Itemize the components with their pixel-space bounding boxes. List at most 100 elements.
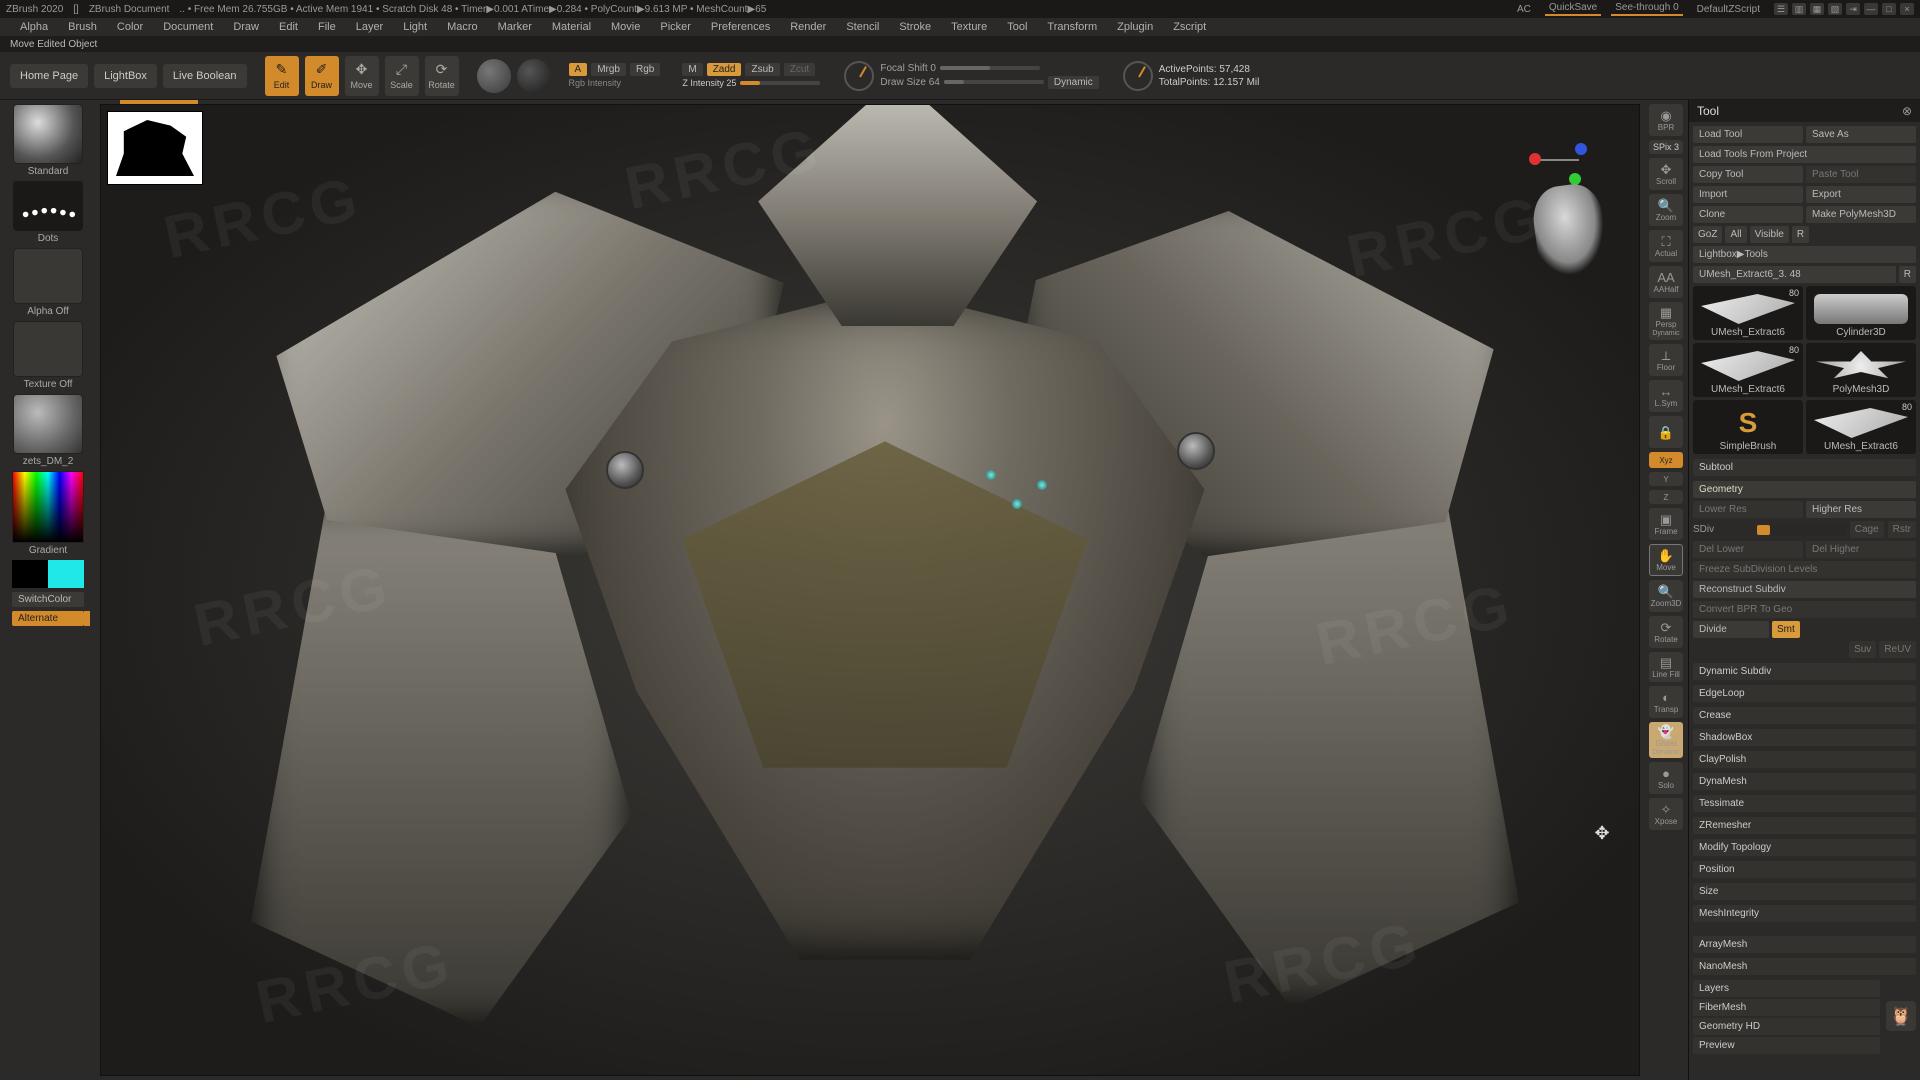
menu-stroke[interactable]: Stroke	[889, 21, 941, 33]
export-button[interactable]: Export	[1806, 186, 1916, 203]
menu-icon[interactable]: ☰	[1774, 3, 1788, 15]
clone-button[interactable]: Clone	[1693, 206, 1803, 223]
edgeloop-section[interactable]: EdgeLoop	[1693, 685, 1916, 702]
collapse-icon[interactable]: ⇥	[1846, 3, 1860, 15]
shadowbox-section[interactable]: ShadowBox	[1693, 729, 1916, 746]
menu-edit[interactable]: Edit	[269, 21, 308, 33]
liveboolean-button[interactable]: Live Boolean	[163, 64, 247, 88]
minimize-icon[interactable]: —	[1864, 3, 1878, 15]
meshintegrity-section[interactable]: MeshIntegrity	[1693, 905, 1916, 922]
make-polymesh-button[interactable]: Make PolyMesh3D	[1806, 206, 1916, 223]
lightbox-tools-button[interactable]: Lightbox▶Tools	[1693, 246, 1916, 263]
menu-movie[interactable]: Movie	[601, 21, 650, 33]
actual-button[interactable]: ⛶Actual	[1649, 230, 1683, 262]
menu-brush[interactable]: Brush	[58, 21, 107, 33]
homepage-button[interactable]: Home Page	[10, 64, 88, 88]
seethrough-slider[interactable]: See-through 0	[1611, 2, 1682, 16]
menu-file[interactable]: File	[308, 21, 346, 33]
higherres-button[interactable]: Higher Res	[1806, 501, 1916, 518]
tool-thumb[interactable]: PolyMesh3D	[1806, 343, 1916, 397]
m-toggle[interactable]: M	[682, 63, 702, 76]
menu-document[interactable]: Document	[153, 21, 223, 33]
crease-section[interactable]: Crease	[1693, 707, 1916, 724]
mrgb-button[interactable]: Mrgb	[591, 63, 626, 76]
ghost-button[interactable]: 👻GhostDynamic	[1649, 722, 1683, 758]
position-section[interactable]: Position	[1693, 861, 1916, 878]
menu-alpha[interactable]: Alpha	[10, 21, 58, 33]
delhigher-button[interactable]: Del Higher	[1806, 541, 1916, 558]
zadd-button[interactable]: Zadd	[707, 63, 742, 76]
panel-close-icon[interactable]: ⊗	[1902, 104, 1912, 118]
maximize-icon[interactable]: □	[1882, 3, 1896, 15]
material-swatch[interactable]	[13, 394, 83, 454]
reconstruct-button[interactable]: Reconstruct Subdiv	[1693, 581, 1916, 598]
menu-light[interactable]: Light	[393, 21, 437, 33]
convert-bpr-button[interactable]: Convert BPR To Geo	[1693, 601, 1916, 618]
zsub-button[interactable]: Zsub	[745, 63, 779, 76]
layout2-icon[interactable]: ▦	[1810, 3, 1824, 15]
color-pair[interactable]	[12, 560, 84, 588]
goz-all-button[interactable]: All	[1725, 226, 1746, 243]
y-button[interactable]: Y	[1649, 472, 1683, 486]
rstr-button[interactable]: Rstr	[1888, 521, 1916, 538]
z-intensity-slider[interactable]	[740, 81, 820, 85]
goz-r-button[interactable]: R	[1792, 226, 1809, 243]
freeze-subdiv-button[interactable]: Freeze SubDivision Levels	[1693, 561, 1916, 578]
draw-size-label[interactable]: Draw Size 64	[880, 77, 939, 88]
frame-button[interactable]: ▣Frame	[1649, 508, 1683, 540]
primary-color[interactable]	[48, 560, 84, 588]
sdiv-label[interactable]: SDiv	[1693, 524, 1753, 535]
dynamesh-section[interactable]: DynaMesh	[1693, 773, 1916, 790]
alpha-swatch[interactable]	[13, 248, 83, 304]
zoom3d-button[interactable]: 🔍Zoom3D	[1649, 580, 1683, 612]
tessimate-section[interactable]: Tessimate	[1693, 795, 1916, 812]
scroll-button[interactable]: ✥Scroll	[1649, 158, 1683, 190]
reuv-button[interactable]: ReUV	[1879, 641, 1916, 658]
scale-mode-button[interactable]: ⤢Scale	[385, 56, 419, 96]
suv-button[interactable]: Suv	[1849, 641, 1876, 658]
linefill-button[interactable]: ▤Line Fill	[1649, 652, 1683, 682]
spix-slider[interactable]: SPix 3	[1649, 140, 1683, 154]
solo-button[interactable]: ●Solo	[1649, 762, 1683, 794]
tool-thumb[interactable]: 80UMesh_Extract6	[1693, 343, 1803, 397]
rgb-button[interactable]: Rgb	[630, 63, 660, 76]
tool-thumb[interactable]: Cylinder3D	[1806, 286, 1916, 340]
fibermesh-section[interactable]: FiberMesh	[1693, 999, 1880, 1016]
menu-marker[interactable]: Marker	[488, 21, 542, 33]
menu-material[interactable]: Material	[542, 21, 601, 33]
tool-thumb[interactable]: 80UMesh_Extract6	[1693, 286, 1803, 340]
menu-transform[interactable]: Transform	[1037, 21, 1107, 33]
secondary-color[interactable]	[12, 560, 48, 588]
rotate3d-button[interactable]: ⟳Rotate	[1649, 616, 1683, 648]
tool-panel-header[interactable]: Tool⊗	[1689, 100, 1920, 122]
bpr-button[interactable]: ◉BPR	[1649, 104, 1683, 136]
saveas-button[interactable]: Save As	[1806, 126, 1916, 143]
brush-swatch[interactable]	[13, 104, 83, 164]
dynamic-toggle[interactable]: Dynamic	[1048, 76, 1099, 89]
goz-button[interactable]: GoZ	[1693, 226, 1722, 243]
tool-thumb[interactable]: 80UMesh_Extract6	[1806, 400, 1916, 454]
zremesher-section[interactable]: ZRemesher	[1693, 817, 1916, 834]
menu-render[interactable]: Render	[780, 21, 836, 33]
goz-visible-button[interactable]: Visible	[1750, 226, 1789, 243]
draw-mode-button[interactable]: ✐Draw	[305, 56, 339, 96]
geometry-section[interactable]: Geometry	[1693, 481, 1916, 498]
z-button[interactable]: Z	[1649, 490, 1683, 504]
menu-texture[interactable]: Texture	[941, 21, 997, 33]
menu-zplugin[interactable]: Zplugin	[1107, 21, 1163, 33]
menu-layer[interactable]: Layer	[346, 21, 394, 33]
xpose-button[interactable]: ✧Xpose	[1649, 798, 1683, 830]
current-tool-name[interactable]: UMesh_Extract6_3. 48	[1693, 266, 1896, 283]
zoom-button[interactable]: 🔍Zoom	[1649, 194, 1683, 226]
canvas-viewport[interactable]: ✥ RRCG RRCG RRCG RRCG RRCG RRCG RRCG	[100, 104, 1640, 1076]
dynamic-subdiv-section[interactable]: Dynamic Subdiv	[1693, 663, 1916, 680]
menu-picker[interactable]: Picker	[650, 21, 701, 33]
menu-zscript[interactable]: Zscript	[1163, 21, 1216, 33]
transp-button[interactable]: ◐Transp	[1649, 686, 1683, 718]
menu-stencil[interactable]: Stencil	[836, 21, 889, 33]
persp-button[interactable]: ▦PerspDynamic	[1649, 302, 1683, 340]
nanomesh-section[interactable]: NanoMesh	[1693, 958, 1916, 975]
stroke-swatch[interactable]	[13, 181, 83, 231]
gradient-label[interactable]: Gradient	[29, 545, 67, 556]
focal-gauge-icon[interactable]	[844, 61, 874, 91]
